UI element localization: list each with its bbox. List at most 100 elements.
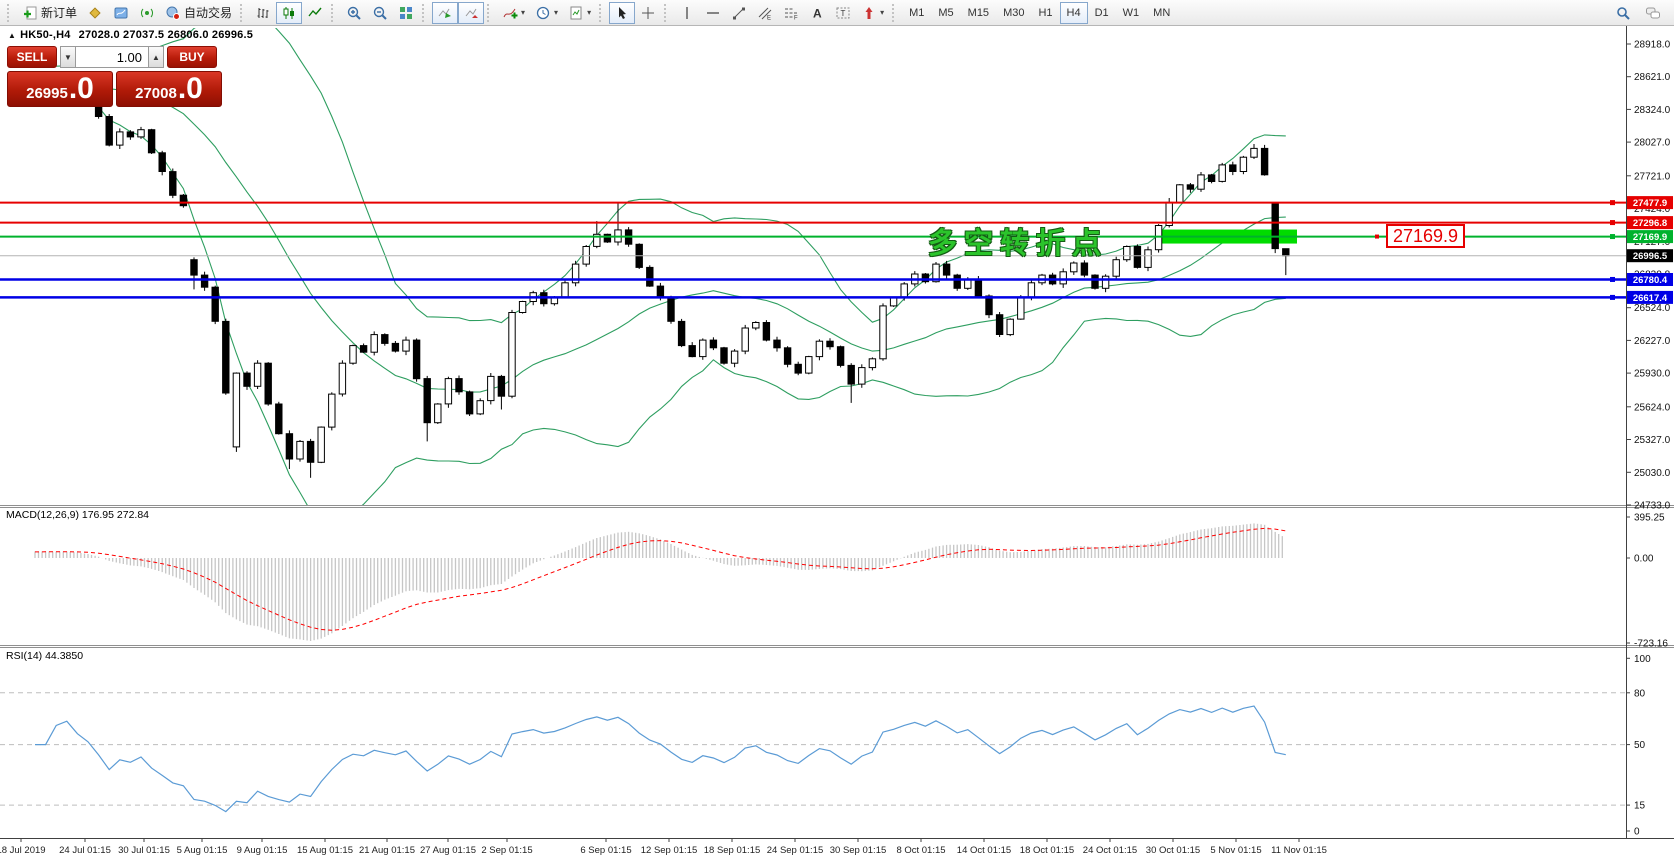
crosshair-button[interactable] <box>635 2 661 24</box>
candle-body <box>1219 165 1225 182</box>
candle-body <box>223 321 229 393</box>
candle-body <box>201 275 207 287</box>
crosshair-icon <box>640 5 656 21</box>
timeframe-m30-button-label: M30 <box>1003 7 1024 19</box>
fibonacci-button[interactable]: F <box>778 2 804 24</box>
timeframe-w1-button[interactable]: W1 <box>1116 2 1147 24</box>
trendline-button[interactable] <box>726 2 752 24</box>
arrows-icon <box>861 5 877 21</box>
chart-canvas[interactable]: 28918.028621.028324.028027.027721.027424… <box>0 0 1674 858</box>
volume-decrease-button[interactable]: ▼ <box>60 46 76 68</box>
timeframe-m15-button-label: M15 <box>968 7 989 19</box>
candle-body <box>413 340 419 379</box>
candle-body <box>456 379 462 392</box>
hline-anchor-marker[interactable] <box>1610 234 1615 239</box>
buy-price-button[interactable]: 27008.0 <box>116 71 222 107</box>
chat-button[interactable] <box>1640 2 1666 24</box>
candle-body <box>837 347 843 366</box>
arrows-button[interactable]: ▾ <box>856 2 889 24</box>
candle-body <box>1113 260 1119 277</box>
time-axis-label: 5 Aug 01:15 <box>177 845 228 856</box>
equidistant-channel-icon: E <box>757 5 773 21</box>
timeframe-mn-button[interactable]: MN <box>1146 2 1177 24</box>
candles-layer <box>32 73 1289 478</box>
timeframe-d1-button[interactable]: D1 <box>1088 2 1116 24</box>
bollinger-lower-band <box>35 100 1286 525</box>
tile-windows-button[interactable] <box>393 2 419 24</box>
timeframe-m15-button[interactable]: M15 <box>961 2 996 24</box>
candle-body <box>774 340 780 348</box>
price-badge-label: 27477.9 <box>1633 198 1667 209</box>
text-button[interactable]: A <box>804 2 830 24</box>
periods-menu-button[interactable]: ▾ <box>530 2 563 24</box>
text-label-button[interactable]: T <box>830 2 856 24</box>
candle-body <box>1081 263 1087 275</box>
hline-anchor-marker[interactable] <box>1610 200 1615 205</box>
horizontal-line-button[interactable] <box>700 2 726 24</box>
volume-increase-button[interactable]: ▲ <box>148 46 164 68</box>
candle-body <box>297 441 303 459</box>
price-callout-box[interactable]: 27169.9 <box>1386 224 1465 248</box>
timeframe-h4-button[interactable]: H4 <box>1060 2 1088 24</box>
collapse-triangle-icon[interactable]: ▲ <box>8 31 16 40</box>
search-button[interactable] <box>1610 2 1636 24</box>
new-order-button[interactable]: 新订单 <box>17 2 82 24</box>
zoom-in-button[interactable] <box>341 2 367 24</box>
turning-point-annotation[interactable]: 多空转折点 <box>928 220 1108 262</box>
candle-body <box>1060 272 1066 284</box>
mql-community-icon <box>113 5 129 21</box>
timeframe-h1-button[interactable]: H1 <box>1031 2 1059 24</box>
price-tick-label: 28324.0 <box>1634 105 1671 116</box>
bar-chart-button[interactable] <box>250 2 276 24</box>
vertical-line-button[interactable] <box>674 2 700 24</box>
autotrading-icon <box>165 5 181 21</box>
price-tick-label: 27721.0 <box>1634 171 1671 182</box>
zoom-in-icon <box>346 5 362 21</box>
time-axis-label: 24 Oct 01:15 <box>1083 845 1137 856</box>
volume-spinner: ▼ ▲ <box>60 46 164 68</box>
price-tick-label: 26227.0 <box>1634 336 1671 347</box>
candle-body <box>1145 250 1151 268</box>
autotrading-button[interactable]: 自动交易 <box>160 2 237 24</box>
equidistant-channel-button[interactable]: E <box>752 2 778 24</box>
volume-input[interactable] <box>76 46 148 68</box>
signals-button[interactable] <box>134 2 160 24</box>
candle-body <box>138 130 144 137</box>
indicators-menu-icon <box>502 5 518 21</box>
hline-anchor-marker[interactable] <box>1610 220 1615 225</box>
toolbar-group-handle <box>7 4 12 22</box>
line-chart-button[interactable] <box>302 2 328 24</box>
time-axis-label: 30 Jul 01:15 <box>118 845 170 856</box>
mql-community-button[interactable] <box>108 2 134 24</box>
indicators-menu-button[interactable]: ▾ <box>497 2 530 24</box>
zoom-out-button[interactable] <box>367 2 393 24</box>
timeframe-m1-button[interactable]: M1 <box>902 2 931 24</box>
timeframe-m30-button[interactable]: M30 <box>996 2 1031 24</box>
cursor-button[interactable] <box>609 2 635 24</box>
new-order-button-label: 新订单 <box>41 4 77 21</box>
dropdown-caret-icon: ▾ <box>880 8 884 17</box>
templates-menu-button[interactable]: ▾ <box>563 2 596 24</box>
zoom-out-icon <box>372 5 388 21</box>
candle-body <box>954 275 960 288</box>
candle-body <box>318 427 324 462</box>
buy-button[interactable]: BUY <box>167 46 217 68</box>
svg-text:A: A <box>813 6 822 20</box>
timeframe-m5-button[interactable]: M5 <box>931 2 960 24</box>
metaeditor-button[interactable] <box>82 2 108 24</box>
candlestick-chart-button[interactable] <box>276 2 302 24</box>
candle-body <box>233 373 239 447</box>
auto-scroll-button[interactable] <box>432 2 458 24</box>
hline-anchor-marker[interactable] <box>1610 277 1615 282</box>
sell-price-button[interactable]: 26995.0 <box>7 71 113 107</box>
rsi-axis-label: 50 <box>1634 740 1646 751</box>
candle-body <box>360 346 366 353</box>
price-tick-label: 25030.0 <box>1634 468 1671 479</box>
chart-shift-button[interactable] <box>458 2 484 24</box>
candle-body <box>1283 249 1289 256</box>
text-icon: A <box>809 5 825 21</box>
candle-body <box>1134 247 1140 268</box>
sell-button[interactable]: SELL <box>7 46 57 68</box>
candle-body <box>1007 319 1013 334</box>
hline-anchor-marker[interactable] <box>1610 295 1615 300</box>
